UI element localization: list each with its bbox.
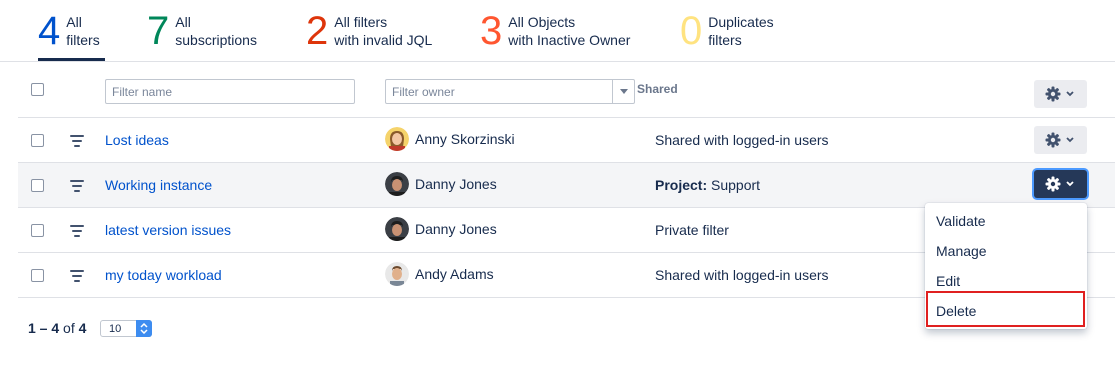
tab-count: 7: [147, 9, 170, 53]
filter-name-link[interactable]: latest version issues: [105, 222, 231, 238]
menu-item-manage[interactable]: Manage: [925, 236, 1087, 266]
owner-name: Danny Jones: [415, 221, 497, 237]
tab-invalid-jql[interactable]: 2 All filters with invalid JQL: [306, 8, 432, 58]
avatar: [385, 217, 409, 241]
tab-label-line1: All Objects: [508, 14, 576, 30]
filter-owner: Danny Jones: [385, 172, 497, 196]
tab-count: 4: [38, 9, 61, 53]
row-checkbox[interactable]: [31, 269, 44, 282]
table-row: Working instance Danny Jones Project: Su…: [18, 163, 1115, 208]
filter-name-link[interactable]: my today workload: [105, 267, 222, 283]
tab-count: 0: [680, 9, 703, 53]
tab-inactive-owner[interactable]: 3 All Objects with Inactive Owner: [480, 8, 630, 58]
pagination-summary: 1 – 4 of 4: [28, 320, 86, 336]
tab-label: All filters: [66, 13, 99, 49]
avatar: [385, 262, 409, 286]
bulk-actions-button[interactable]: [1034, 80, 1087, 108]
shared-value: Private filter: [655, 222, 729, 238]
shared-prefix: Project:: [655, 177, 708, 193]
tab-label-line2: subscriptions: [175, 32, 257, 48]
select-all-checkbox[interactable]: [31, 83, 44, 96]
tab-label-line1: All filters: [334, 14, 388, 30]
filter-icon: [70, 225, 84, 237]
delete-highlight-outline: [926, 291, 1085, 327]
owner-name: Andy Adams: [415, 266, 494, 282]
row-actions-button[interactable]: [1034, 126, 1087, 154]
tab-label-line1: All: [175, 14, 191, 30]
tab-label-line2: filters: [708, 32, 742, 48]
page-size-value: 10: [109, 323, 122, 335]
owner-name: Anny Skorzinski: [415, 131, 515, 147]
caret-down-icon: [619, 89, 628, 94]
menu-item-validate[interactable]: Validate: [925, 206, 1087, 236]
stats-tabs: 4 All filters 7 All subscriptions 2 All …: [0, 0, 1115, 62]
shared-project: Support: [711, 177, 761, 193]
filter-icon: [70, 270, 84, 282]
filter-owner-select[interactable]: [385, 79, 635, 104]
tab-label-line2: with invalid JQL: [334, 32, 433, 48]
tab-label: All subscriptions: [175, 13, 257, 49]
shared-column-header: Shared: [637, 82, 678, 96]
tab-label-line2: filters: [66, 32, 100, 48]
page-size-select[interactable]: 10: [100, 320, 152, 337]
filter-name-link[interactable]: Lost ideas: [105, 132, 169, 148]
tab-label-line2: with Inactive Owner: [508, 32, 631, 48]
filter-name-input[interactable]: [105, 79, 355, 104]
tab-label: All Objects with Inactive Owner: [508, 13, 630, 49]
row-checkbox[interactable]: [31, 134, 44, 147]
row-checkbox[interactable]: [31, 179, 44, 192]
tab-duplicates[interactable]: 0 Duplicates filters: [680, 8, 774, 58]
tab-label: Duplicates filters: [708, 13, 773, 49]
filter-icon: [70, 135, 84, 147]
tab-count: 2: [306, 9, 329, 53]
owner-dropdown-toggle[interactable]: [612, 79, 634, 104]
avatar: [385, 127, 409, 151]
tab-all-filters[interactable]: 4 All filters: [38, 8, 100, 58]
table-row: Lost ideas Anny Skorzinski Shared with l…: [18, 118, 1115, 163]
stepper-icon: [136, 320, 152, 337]
owner-name: Danny Jones: [415, 176, 497, 192]
active-tab-indicator: [38, 58, 105, 61]
gear-icon: [1045, 86, 1074, 102]
shared-value: Shared with logged-in users: [655, 132, 829, 148]
filter-icon: [70, 180, 84, 192]
avatar: [385, 172, 409, 196]
shared-value: Project: Support: [655, 177, 760, 193]
tab-all-subscriptions[interactable]: 7 All subscriptions: [147, 8, 257, 58]
gear-icon: [1045, 176, 1074, 192]
filter-owner: Anny Skorzinski: [385, 127, 515, 151]
filter-owner: Andy Adams: [385, 262, 494, 286]
filter-owner: Danny Jones: [385, 217, 497, 241]
tab-label-line1: Duplicates: [708, 14, 774, 30]
pagination-of: of: [63, 320, 75, 336]
pagination-range: 1 – 4: [28, 320, 60, 336]
pagination-total: 4: [78, 320, 87, 336]
tab-label: All filters with invalid JQL: [334, 13, 432, 49]
row-actions-button-open[interactable]: [1034, 170, 1087, 198]
filter-name-link[interactable]: Working instance: [105, 177, 212, 193]
tab-label-line1: All: [66, 14, 82, 30]
tab-count: 3: [480, 9, 503, 53]
gear-icon: [1045, 132, 1074, 148]
shared-value: Shared with logged-in users: [655, 267, 829, 283]
row-checkbox[interactable]: [31, 224, 44, 237]
